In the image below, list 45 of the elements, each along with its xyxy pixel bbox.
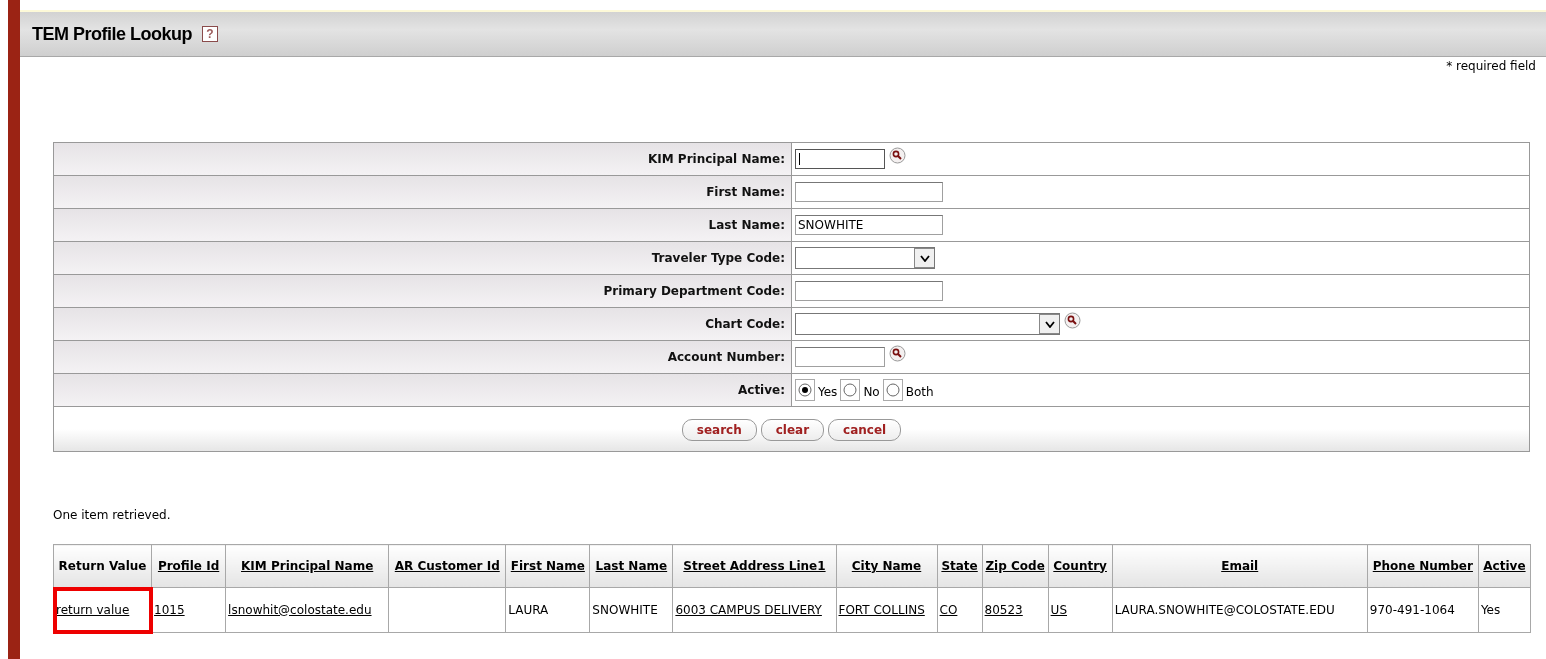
radio-button[interactable]	[843, 383, 858, 397]
field-label: KIM Principal Name:	[647, 152, 785, 166]
cell-link[interactable]: 80523	[984, 602, 1023, 617]
cell-link[interactable]: 1015	[154, 602, 185, 617]
table-cell: LAURA.SNOWHITE@COLOSTATE.EDU	[1114, 602, 1335, 617]
help-button[interactable]: ?	[202, 26, 218, 42]
action-button[interactable]: clear	[760, 419, 825, 441]
search-icon[interactable]	[1064, 312, 1081, 329]
radio-label: No	[863, 385, 880, 399]
table-cell: SNOWHITE	[592, 602, 658, 617]
column-sort-link[interactable]: Email	[1221, 558, 1259, 573]
radio-label: Yes	[818, 385, 838, 399]
radio-button[interactable]	[798, 383, 812, 397]
caret-icon	[1039, 314, 1059, 334]
dropdown-field[interactable]	[795, 313, 1060, 335]
cell-link[interactable]: return value	[56, 602, 130, 617]
search-icon[interactable]	[889, 147, 906, 164]
table-cell: Yes	[1480, 602, 1501, 617]
text-field[interactable]	[795, 149, 885, 169]
text-field[interactable]	[795, 281, 943, 301]
page-title: TEM Profile Lookup	[32, 23, 192, 45]
text-field[interactable]: SNOWHITE	[795, 215, 943, 235]
field-label: Last Name:	[708, 218, 785, 232]
search-icon[interactable]	[889, 345, 906, 362]
field-label: First Name:	[706, 185, 785, 199]
table-cell: LAURA	[508, 602, 549, 617]
cell-link[interactable]: CO	[939, 602, 958, 617]
result-message: One item retrieved.	[53, 508, 171, 522]
text-field[interactable]	[795, 347, 885, 367]
field-label: Chart Code:	[705, 317, 785, 331]
table-cell: 970-491-1064	[1369, 602, 1455, 617]
field-label: Account Number:	[667, 350, 785, 364]
dropdown-field[interactable]	[795, 247, 935, 269]
required-note: * required field	[1446, 59, 1536, 73]
text-field[interactable]	[795, 182, 943, 202]
column-header: Return Value	[58, 558, 147, 573]
radio-label: Both	[905, 385, 934, 399]
field-label: Active:	[738, 383, 785, 397]
action-button[interactable]: search	[681, 419, 757, 441]
radio-button[interactable]	[885, 383, 900, 397]
field-label: Traveler Type Code:	[651, 251, 785, 265]
cell-link[interactable]: US	[1050, 602, 1067, 617]
field-label: Primary Department Code:	[603, 284, 785, 298]
caret-icon	[914, 248, 934, 268]
action-button[interactable]: cancel	[828, 419, 902, 441]
